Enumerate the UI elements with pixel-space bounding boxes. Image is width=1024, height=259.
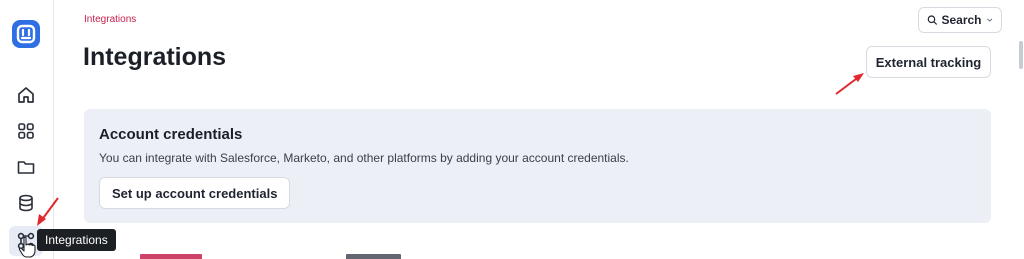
card-description: You can integrate with Salesforce, Marke… — [99, 151, 629, 165]
external-tracking-button[interactable]: External tracking — [866, 46, 991, 78]
chevron-down-icon — [986, 18, 992, 22]
sidebar-item-data[interactable] — [14, 191, 38, 215]
sidebar-item-home[interactable] — [14, 83, 38, 107]
hand-cursor-icon — [18, 236, 36, 258]
home-icon — [18, 87, 34, 103]
folder-icon — [17, 161, 35, 174]
cut-off-text — [346, 253, 406, 259]
arrow-to-external-tracking — [835, 75, 861, 95]
breadcrumb[interactable]: Integrations — [84, 14, 136, 25]
grid-icon — [18, 123, 34, 139]
account-credentials-card: Account credentials You can integrate wi… — [84, 109, 991, 223]
database-icon — [19, 194, 33, 212]
sidebar-tooltip: Integrations — [37, 229, 116, 251]
search-icon — [927, 15, 937, 25]
scrollbar-thumb[interactable] — [1019, 41, 1023, 69]
cut-off-link — [140, 253, 210, 259]
sidebar-item-apps[interactable] — [14, 119, 38, 143]
page-title: Integrations — [83, 43, 227, 71]
sidebar — [0, 0, 54, 259]
setup-credentials-button[interactable]: Set up account credentials — [99, 177, 291, 209]
card-title: Account credentials — [99, 126, 243, 143]
search-label: Search — [941, 13, 982, 27]
sidebar-item-files[interactable] — [14, 155, 38, 179]
search-button[interactable]: Search — [918, 7, 1002, 33]
app-logo[interactable] — [11, 19, 41, 49]
